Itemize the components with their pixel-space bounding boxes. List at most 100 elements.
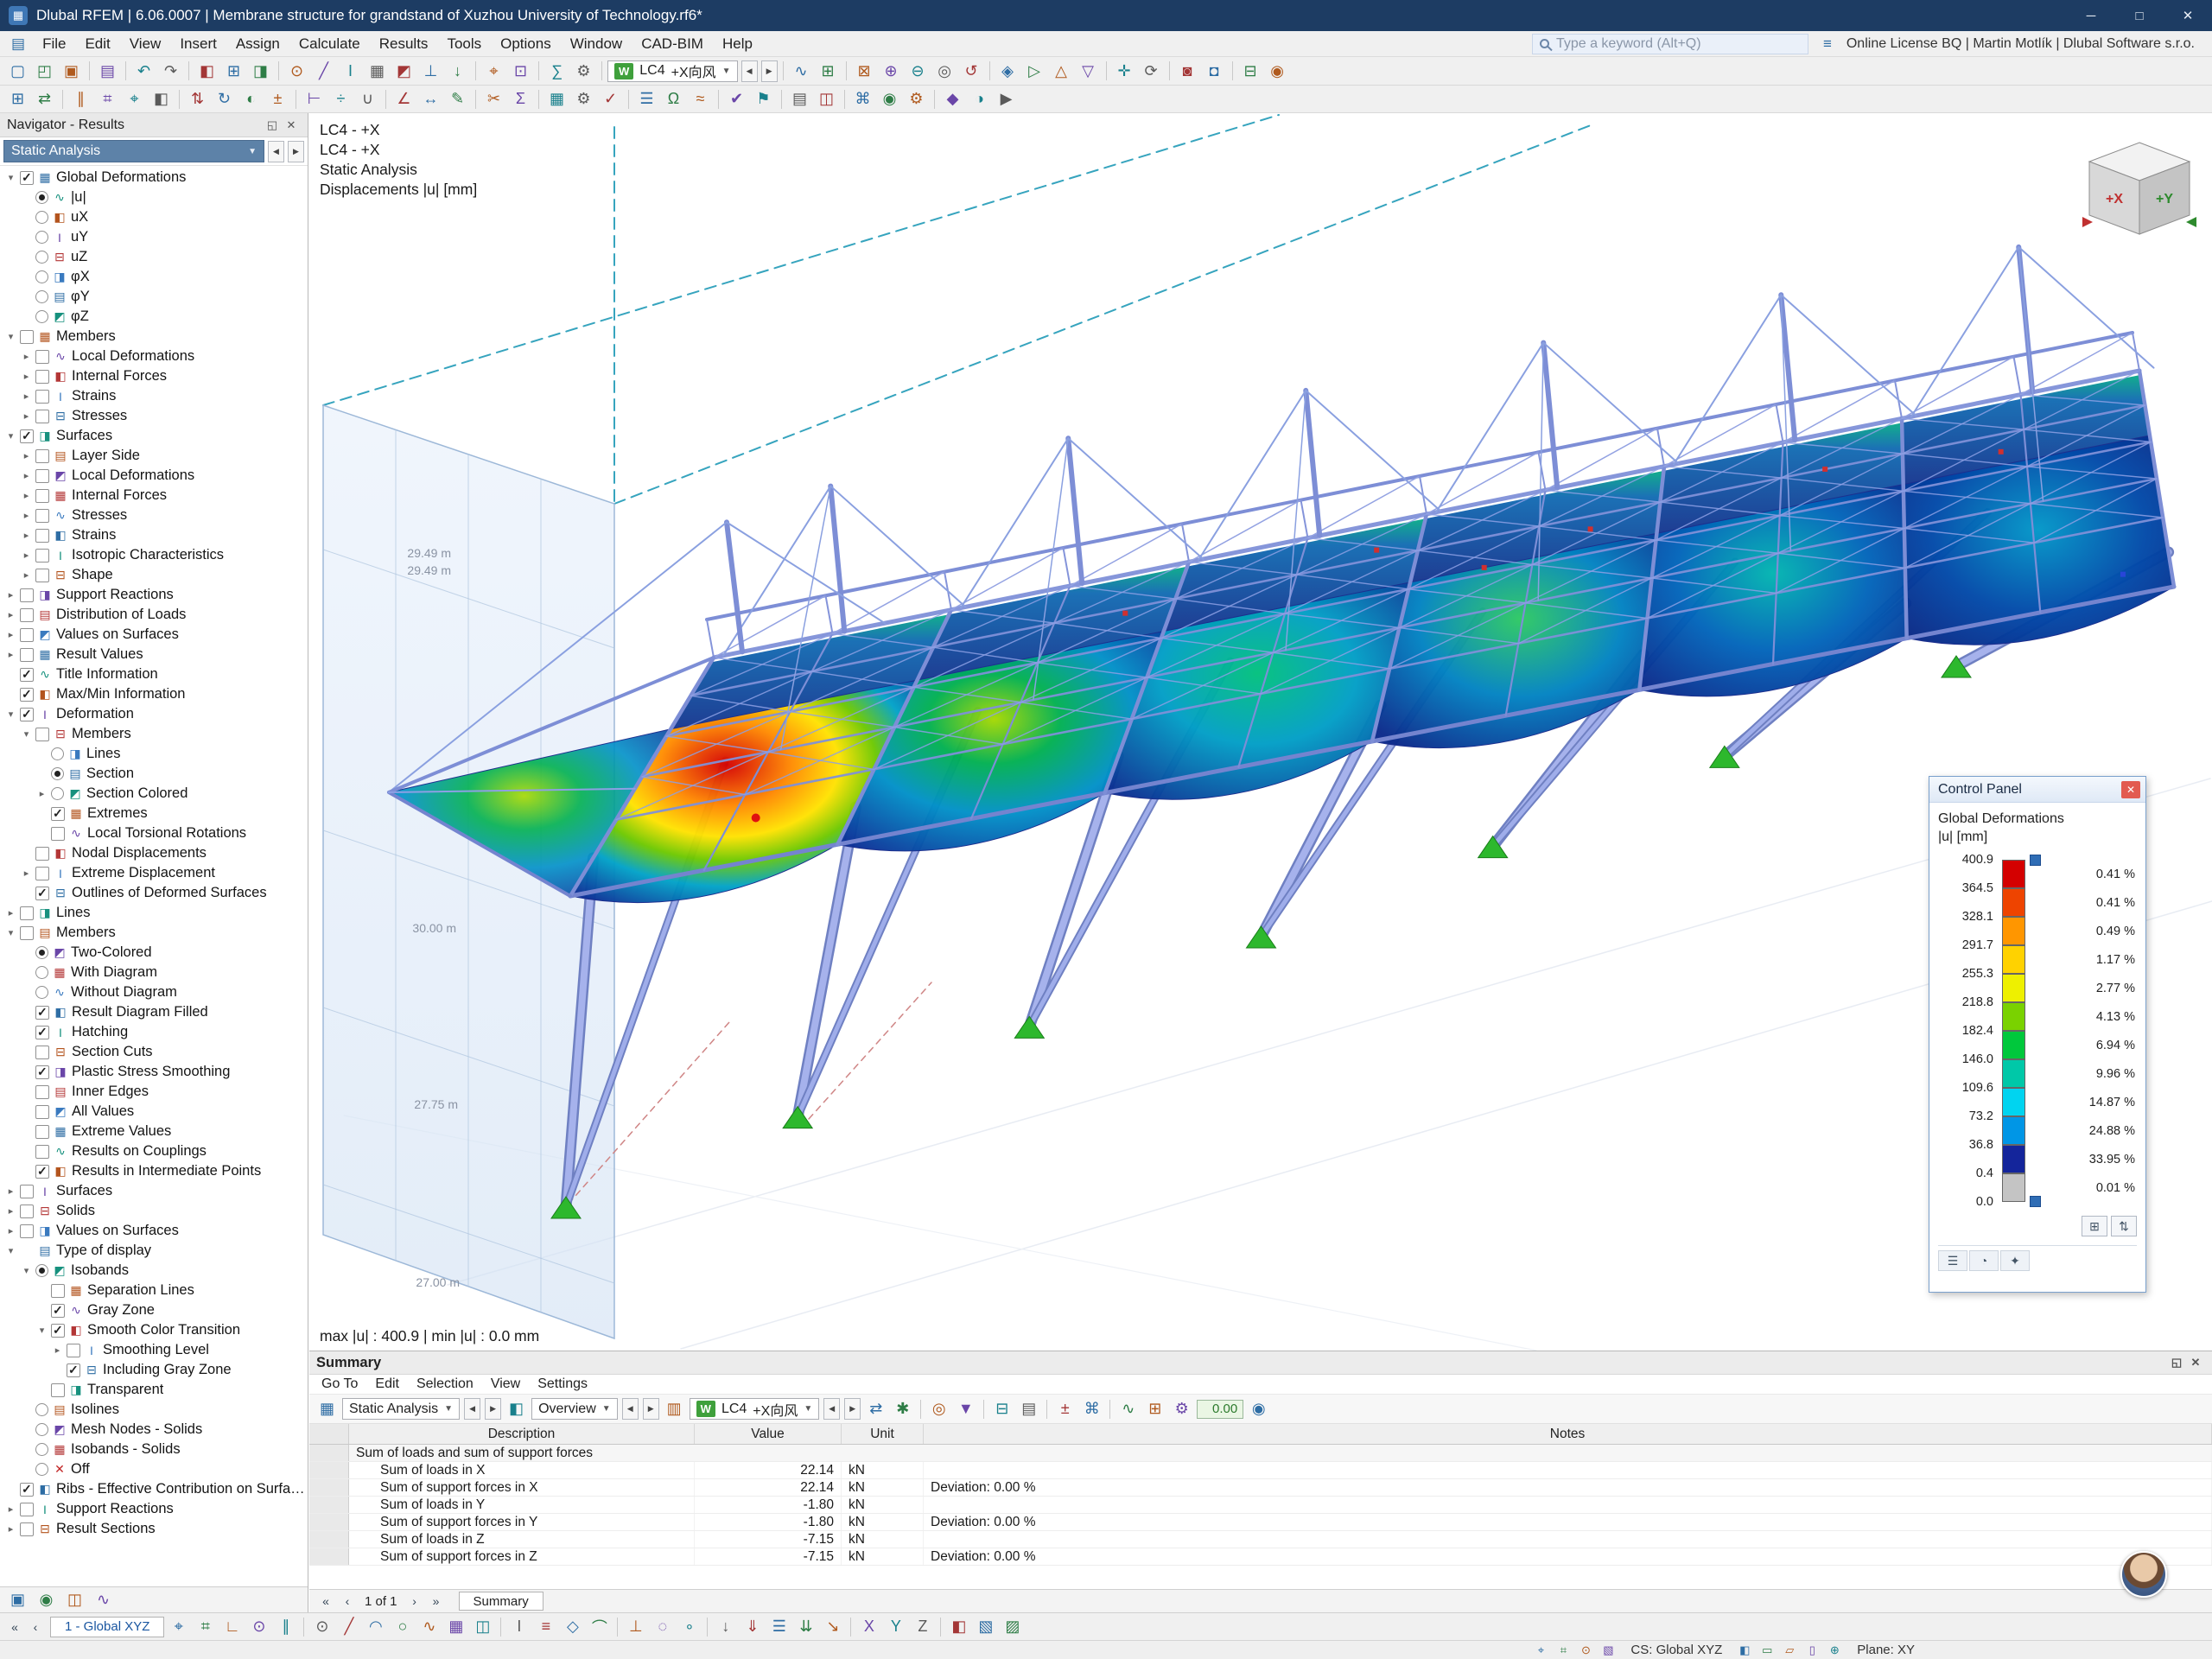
checkbox[interactable] <box>35 866 49 880</box>
nodal-load-tool-icon[interactable]: ↓ <box>713 1615 738 1638</box>
object-snap-icon[interactable]: ⌖ <box>122 87 147 111</box>
shadow-mode-icon[interactable]: ◑ <box>967 87 992 111</box>
radio-button[interactable] <box>35 231 48 244</box>
plane-yz-status-icon[interactable]: ▯ <box>1802 1642 1822 1659</box>
tree-item-surfaces[interactable]: ▾ ◨ Surfaces <box>0 426 308 446</box>
menu-help[interactable]: Help <box>713 31 762 56</box>
zoom-in-icon[interactable]: ⊕ <box>879 60 904 83</box>
tree-item-smooth-color-transition[interactable]: ▾ ◧ Smooth Color Transition <box>0 1320 308 1340</box>
checkbox[interactable] <box>35 846 49 861</box>
tree-item-plastic-stress-smoothing[interactable]: ◨ Plastic Stress Smoothing <box>0 1062 308 1082</box>
coordinate-system-status[interactable]: CS: Global XYZ <box>1624 1643 1729 1657</box>
radio-button[interactable] <box>51 767 64 780</box>
tree-item-without-diagram[interactable]: ∿ Without Diagram <box>0 982 308 1002</box>
checkbox[interactable] <box>35 468 49 483</box>
checkbox[interactable] <box>35 508 49 523</box>
radio-button[interactable] <box>35 251 48 264</box>
warnings-icon[interactable]: ⚑ <box>751 87 776 111</box>
tree-item-local-deformations[interactable]: ▸ ◩ Local Deformations <box>0 466 308 486</box>
plane-xy-status-icon[interactable]: ▭ <box>1757 1642 1777 1659</box>
previous-page-button[interactable]: ‹ <box>338 1592 357 1610</box>
tree-item-outlines-of-deformed-surfaces[interactable]: ⊟ Outlines of Deformed Surfaces <box>0 883 308 903</box>
calculation-settings-icon[interactable]: ⚙ <box>571 60 596 83</box>
clipping-planes-icon[interactable]: ⊟ <box>1238 60 1263 83</box>
set-of-members-tool-icon[interactable]: ≡ <box>533 1615 558 1638</box>
checkbox[interactable] <box>20 627 34 642</box>
checkbox[interactable] <box>20 1502 34 1516</box>
checkbox[interactable] <box>67 1363 80 1377</box>
invert-visibility-icon[interactable]: ⇄ <box>32 87 57 111</box>
print-table-icon[interactable]: ▤ <box>1016 1397 1041 1421</box>
guidelines-icon[interactable]: ∥ <box>68 87 93 111</box>
filter-tab[interactable]: ✦ <box>2000 1250 2030 1271</box>
previous-view-icon[interactable]: ↺ <box>959 60 984 83</box>
tree-item-off[interactable]: ✕ Off <box>0 1459 308 1479</box>
grid-toggle-icon[interactable]: ⌗ <box>193 1615 218 1638</box>
checkbox[interactable] <box>35 1084 49 1099</box>
checkbox[interactable] <box>20 647 34 662</box>
tree-item-z[interactable]: ◩ φZ <box>0 307 308 327</box>
plane-xz-status-icon[interactable]: ▱ <box>1779 1642 1800 1659</box>
collapse-icon[interactable]: ▾ <box>3 927 18 938</box>
select-objects-icon[interactable]: ⌖ <box>481 60 506 83</box>
navigation-cube[interactable]: +X +Y <box>2082 142 2196 235</box>
animation-icon[interactable]: ▶ <box>994 87 1019 111</box>
visibility-modes-icon[interactable]: ◉ <box>1265 60 1290 83</box>
scale-min-handle[interactable] <box>2030 1196 2041 1207</box>
new-solid-icon[interactable]: ◩ <box>391 60 416 83</box>
highlight-values-icon[interactable]: ✱ <box>890 1397 915 1421</box>
expand-icon[interactable]: ▸ <box>3 1503 18 1515</box>
checkbox[interactable] <box>20 429 34 443</box>
expand-icon[interactable]: ▸ <box>19 470 34 481</box>
tree-item-strains[interactable]: ▸ ◧ Strains <box>0 525 308 545</box>
summary-load-case-combo[interactable]: W LC4 +X向风 ▼ <box>689 1398 820 1420</box>
expand-icon[interactable]: ▸ <box>19 351 34 362</box>
expand-icon[interactable]: ▸ <box>19 550 34 561</box>
circle-tool-icon[interactable]: ○ <box>390 1615 415 1638</box>
radio-button[interactable] <box>35 191 48 204</box>
model-check-icon[interactable]: ✔ <box>724 87 749 111</box>
checkbox[interactable] <box>51 1323 65 1338</box>
previous-workplane-button[interactable]: ‹ <box>26 1618 45 1636</box>
summary-sheet-tab[interactable]: Summary <box>458 1592 543 1611</box>
summary-menu-settings[interactable]: Settings <box>529 1376 596 1392</box>
load-combinations-icon[interactable]: Ω <box>661 87 686 111</box>
tree-item-members[interactable]: ▾ ▤ Members <box>0 923 308 943</box>
wireframe-display-icon[interactable]: ◙ <box>1175 60 1200 83</box>
panels-toggle-icon[interactable]: ◨ <box>248 60 273 83</box>
previous-analysis-button[interactable]: ◀ <box>268 140 284 162</box>
new-node-icon[interactable]: ⊙ <box>284 60 309 83</box>
tree-item-local-torsional-rotations[interactable]: ∿ Local Torsional Rotations <box>0 823 308 843</box>
ortho-toggle-icon[interactable]: ∟ <box>219 1615 245 1638</box>
support-tool-icon[interactable]: ⊥ <box>623 1615 648 1638</box>
checkbox[interactable] <box>20 1204 34 1218</box>
view-in-y-icon[interactable]: △ <box>1049 60 1074 83</box>
checkbox[interactable] <box>35 886 49 900</box>
checkbox[interactable] <box>20 1522 34 1536</box>
tree-item-all-values[interactable]: ◩ All Values <box>0 1102 308 1122</box>
checkbox[interactable] <box>35 528 49 543</box>
collapse-icon[interactable]: ▾ <box>19 1265 34 1276</box>
expand-icon[interactable]: ▸ <box>19 371 34 382</box>
tree-item-mesh-nodes-solids[interactable]: ◩ Mesh Nodes - Solids <box>0 1420 308 1440</box>
line-tool-icon[interactable]: ╱ <box>336 1615 361 1638</box>
checkbox[interactable] <box>35 1025 49 1039</box>
charts-navigator-tab-icon[interactable]: ∿ <box>91 1588 116 1611</box>
menu-window[interactable]: Window <box>561 31 632 56</box>
units-settings-icon[interactable]: ⌘ <box>1079 1397 1104 1421</box>
collapse-icon[interactable]: ▾ <box>35 1325 49 1336</box>
table-row[interactable]: Sum of loads in Y -1.80 kN <box>309 1497 2212 1514</box>
tree-item-stresses[interactable]: ▸ ⊟ Stresses <box>0 406 308 426</box>
tables-toggle-icon[interactable]: ⊞ <box>221 60 246 83</box>
free-load-tool-icon[interactable]: ↘ <box>820 1615 845 1638</box>
tree-item-extremes[interactable]: ▦ Extremes <box>0 804 308 823</box>
display-settings-icon[interactable]: ◉ <box>877 87 902 111</box>
coordinate-z-icon[interactable]: Z <box>910 1615 935 1638</box>
snap-toggle-icon[interactable]: ⌖ <box>166 1615 191 1638</box>
tree-item-isobands[interactable]: ▾ ◩ Isobands <box>0 1261 308 1281</box>
tree-item-separation-lines[interactable]: ▦ Separation Lines <box>0 1281 308 1300</box>
close-button[interactable]: ✕ <box>2164 0 2212 31</box>
radio-button[interactable] <box>35 310 48 323</box>
model-view[interactable]: 29.49 m 29.49 m 30.00 m 27.75 m 27.00 m +X +Y <box>309 113 2212 1351</box>
scale-max-handle[interactable] <box>2030 855 2041 866</box>
